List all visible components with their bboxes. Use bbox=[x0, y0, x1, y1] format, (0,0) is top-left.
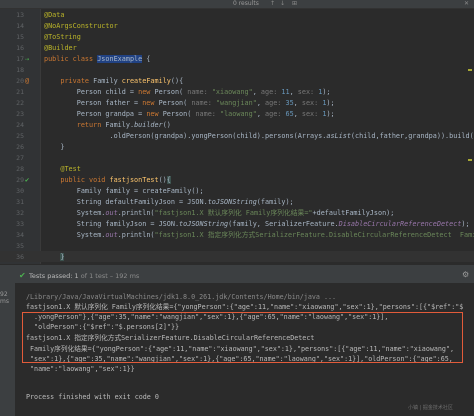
code-line: 31 String defaultFamilyJson = JSON.toJSO… bbox=[16, 198, 294, 206]
code-line: 22 Person father = new Person( name: "wa… bbox=[16, 99, 335, 107]
code-line: 28 @Test bbox=[16, 165, 81, 173]
code-line: 25 .oldPerson(grandpa).yongPerson(child)… bbox=[16, 132, 474, 140]
console-line: "name":"laowang","sex":1}} bbox=[26, 365, 135, 373]
console-line: /Library/Java/JavaVirtualMachines/jdk1.8… bbox=[26, 293, 337, 301]
code-line: 24 return Family.builder() bbox=[16, 121, 171, 129]
class-run-icon[interactable]: ⇢ bbox=[25, 55, 29, 63]
run-side-panel: 92 ms bbox=[0, 283, 15, 416]
test-run-icon[interactable]: ✔ bbox=[25, 176, 29, 184]
code-line: 27 bbox=[16, 154, 24, 162]
scroll-marker[interactable] bbox=[468, 159, 472, 161]
code-line: 32 System.out.println("fastjson1.X 默认序列化… bbox=[16, 209, 395, 217]
code-line: 34 System.out.println("fastjson1.X 指定序列化… bbox=[16, 231, 474, 239]
up-arrow-icon[interactable]: ↑ bbox=[270, 0, 275, 7]
code-line: 17 ⇢ public class JsonExample { bbox=[16, 55, 151, 63]
watermark: 小镇 | 掘金技术社区 bbox=[408, 405, 453, 411]
console-line-exit: Process finished with exit code 0 bbox=[26, 393, 159, 401]
scroll-marker[interactable] bbox=[468, 69, 472, 71]
down-arrow-icon[interactable]: ↓ bbox=[280, 0, 285, 7]
code-line: 15 @ToString bbox=[16, 33, 81, 41]
filter-icon[interactable]: ⊞ bbox=[292, 0, 297, 7]
run-toolbar: ✔ Tests passed: 1 of 1 test – 192 ms ⚙ bbox=[0, 269, 474, 284]
search-results-count: 0 results bbox=[233, 0, 259, 7]
tests-detail-label: of 1 test – 192 ms bbox=[80, 272, 140, 280]
test-time-label: 92 ms bbox=[0, 291, 9, 305]
code-line: 13 @Data bbox=[16, 11, 65, 19]
code-line-current: 36 } bbox=[0, 251, 474, 262]
code-line: 18 bbox=[16, 66, 24, 74]
code-editor[interactable]: 13 @Data 14 @NoArgsConstructor 15 @ToStr… bbox=[0, 9, 474, 264]
check-icon: ✔ bbox=[19, 271, 26, 280]
code-line: 20 @ private Family createFamily(){ bbox=[16, 77, 184, 85]
method-marker-icon: @ bbox=[25, 77, 30, 85]
code-line: 14 @NoArgsConstructor bbox=[16, 22, 118, 30]
gear-icon[interactable]: ⚙ bbox=[462, 270, 469, 279]
code-line: 21 Person child = new Person( name: "xia… bbox=[16, 88, 331, 96]
close-icon[interactable]: ✕ bbox=[464, 0, 469, 7]
code-line: 33 String familyJson = JSON.toJSONString… bbox=[16, 220, 470, 228]
code-line: 23 Person grandpa = new Person( name: "l… bbox=[16, 110, 335, 118]
tests-passed-label: Tests passed: 1 bbox=[29, 272, 79, 280]
code-line: 16 @Builder bbox=[16, 44, 77, 52]
code-line: 29 ✔ public void fastjsonTest(){ bbox=[16, 176, 171, 184]
code-line: 30 Family family = createFamily(); bbox=[16, 187, 204, 195]
find-bar[interactable]: 0 results ↑ ↓ ⊞ ✕ bbox=[0, 0, 474, 9]
code-line: 26 } bbox=[16, 143, 65, 151]
console-line: fastjson1.X 默认序列化 Family序列化结果={"yongPers… bbox=[26, 303, 464, 311]
highlight-box bbox=[22, 312, 463, 363]
code-line: 35 bbox=[16, 242, 24, 250]
